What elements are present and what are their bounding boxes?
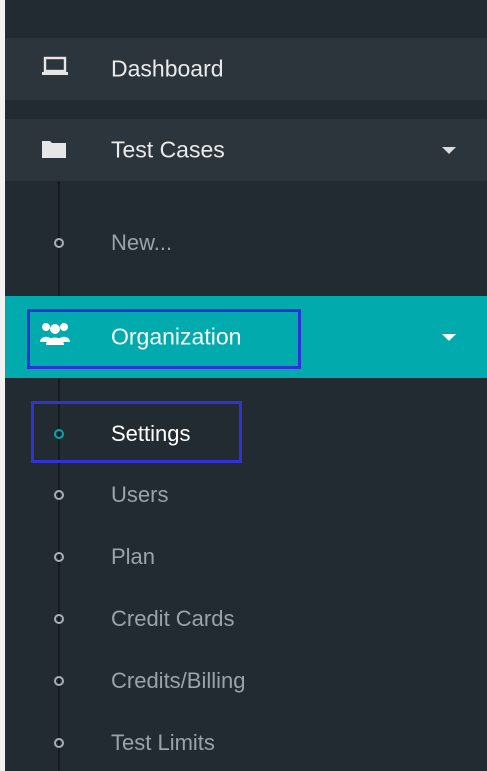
bullet-icon: [54, 614, 64, 624]
submenu-test-cases: New...: [5, 181, 487, 296]
submenu-item-label: Credits/Billing: [111, 668, 246, 693]
submenu-item-label: Plan: [111, 544, 156, 569]
submenu-item-test-limits[interactable]: Test Limits: [5, 717, 487, 769]
submenu-organization: Settings Users Plan Credit Cards Credits…: [5, 378, 487, 771]
laptop-icon: [42, 56, 68, 84]
submenu-item-settings[interactable]: Settings: [5, 408, 487, 460]
sidebar: Dashboard Test Cases New... Organization…: [5, 0, 487, 771]
sidebar-item-organization[interactable]: Organization: [5, 296, 487, 378]
bullet-icon: [54, 738, 64, 748]
submenu-item-label: Settings: [111, 421, 191, 446]
submenu-item-credits-billing[interactable]: Credits/Billing: [5, 655, 487, 707]
submenu-item-credit-cards[interactable]: Credit Cards: [5, 593, 487, 645]
submenu-item-users[interactable]: Users: [5, 469, 487, 521]
bullet-icon: [54, 552, 64, 562]
submenu-item-new[interactable]: New...: [5, 217, 487, 269]
folder-icon: [42, 138, 66, 165]
sidebar-item-test-cases[interactable]: Test Cases: [5, 119, 487, 181]
bullet-icon: [54, 676, 64, 686]
chevron-down-icon: [442, 334, 456, 341]
sidebar-item-dashboard[interactable]: Dashboard: [5, 38, 487, 100]
submenu-item-label: Test Limits: [111, 730, 215, 755]
submenu-item-label: Credit Cards: [111, 606, 235, 631]
bullet-icon: [54, 429, 64, 439]
submenu-item-label: Users: [111, 482, 169, 507]
sidebar-item-label: Test Cases: [111, 136, 225, 163]
submenu-item-label: New...: [111, 230, 173, 255]
users-icon: [40, 320, 70, 352]
submenu-item-plan[interactable]: Plan: [5, 531, 487, 583]
bullet-icon: [54, 238, 64, 248]
sidebar-item-label: Organization: [111, 323, 242, 350]
chevron-down-icon: [442, 147, 456, 154]
bullet-icon: [54, 490, 64, 500]
sidebar-item-label: Dashboard: [111, 55, 224, 82]
